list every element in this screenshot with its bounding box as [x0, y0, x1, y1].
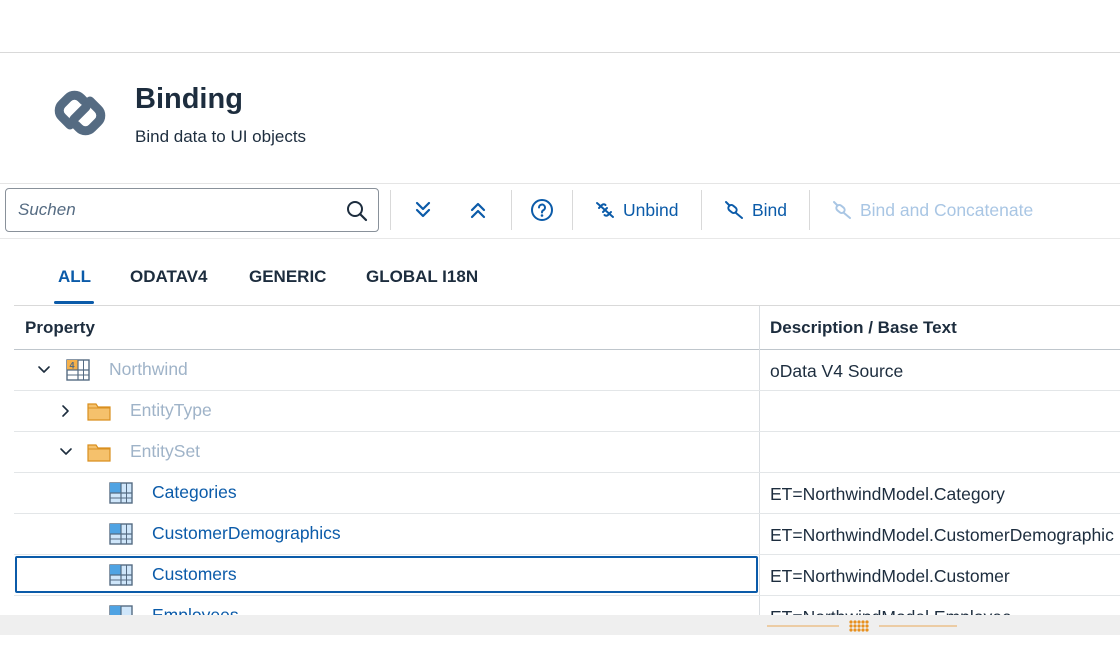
toolbar-separator: [809, 190, 810, 230]
unbind-icon: [596, 202, 614, 218]
collapse-all-icon[interactable]: [466, 198, 490, 222]
table-row[interactable]: CustomerDemographics ET=NorthwindModel.C…: [14, 514, 1120, 555]
table-row[interactable]: EntityType: [14, 391, 1120, 432]
active-tab-indicator: [54, 301, 94, 304]
tab-bar: ALL ODATAV4 GENERIC GLOBAL I18N: [14, 239, 1120, 306]
binding-panel: ALL ODATAV4 GENERIC GLOBAL I18N Property…: [0, 238, 1120, 615]
search-input[interactable]: [18, 197, 328, 223]
row-label: Northwind: [109, 359, 188, 379]
row-description: ET=NorthwindModel.Category: [770, 484, 1005, 504]
row-description: oData V4 Source: [770, 361, 904, 381]
row-description: ET=NorthwindModel.Employee: [770, 607, 1012, 615]
entity-set-icon: [109, 605, 133, 615]
expand-all-icon[interactable]: [411, 198, 435, 222]
bind-and-concatenate-label: Bind and Concatenate: [860, 199, 1034, 220]
toolbar: Unbind Bind Bind and Concatenate: [0, 183, 1120, 238]
row-label[interactable]: CustomerDemographics: [152, 523, 341, 544]
page-subtitle: Bind data to UI objects: [135, 127, 307, 146]
odata-v4-model-icon: 4: [66, 359, 90, 381]
entity-set-icon: [109, 564, 133, 586]
help-icon[interactable]: [530, 198, 554, 222]
column-header-description: Description / Base Text: [770, 318, 957, 337]
tab-generic[interactable]: GENERIC: [249, 267, 326, 287]
search-field[interactable]: [5, 188, 379, 232]
entity-set-icon: [109, 482, 133, 504]
chevron-down-icon[interactable]: [58, 444, 74, 460]
row-label: EntitySet: [130, 441, 201, 461]
chevron-right-icon[interactable]: [58, 403, 74, 419]
table-row[interactable]: EntitySet: [14, 432, 1120, 473]
property-table: Property Description / Base Text 4 North…: [14, 306, 1120, 615]
svg-text:4: 4: [70, 361, 75, 371]
column-header-property: Property: [25, 318, 95, 337]
top-bar: [0, 0, 1120, 53]
table-row[interactable]: Categories ET=NorthwindModel.Category: [14, 473, 1120, 514]
row-description: ET=NorthwindModel.Customer: [770, 566, 1010, 586]
unbind-label: Unbind: [623, 199, 679, 220]
table-row[interactable]: Employees ET=NorthwindModel.Employee: [14, 596, 1120, 615]
page-header: Binding Bind data to UI objects: [0, 53, 1120, 183]
table-row[interactable]: 4 Northwind oData V4 Source: [14, 350, 1120, 391]
page-title: Binding: [135, 83, 243, 115]
row-label[interactable]: Categories: [152, 482, 237, 503]
bind-button[interactable]: Bind: [724, 192, 787, 228]
bind-icon: [725, 201, 743, 219]
row-label: EntityType: [130, 400, 212, 420]
row-description: ET=NorthwindModel.CustomerDemographic: [770, 525, 1114, 545]
row-label[interactable]: Employees: [152, 605, 239, 615]
tab-odatav4[interactable]: ODATAV4: [130, 267, 207, 287]
bind-and-concatenate-button[interactable]: Bind and Concatenate: [832, 192, 1033, 228]
tab-all[interactable]: ALL: [58, 267, 91, 287]
chevron-down-icon[interactable]: [36, 362, 52, 378]
unbind-button[interactable]: Unbind: [595, 192, 678, 228]
folder-icon: [87, 444, 111, 462]
toolbar-separator: [701, 190, 702, 230]
resize-bar[interactable]: [0, 615, 1120, 635]
drag-handle-icon[interactable]: [767, 618, 957, 634]
entity-set-icon: [109, 523, 133, 545]
bind-concatenate-icon: [833, 201, 851, 219]
toolbar-separator: [511, 190, 512, 230]
tab-global-i18n[interactable]: GLOBAL I18N: [366, 267, 478, 287]
toolbar-separator: [390, 190, 391, 230]
search-icon[interactable]: [346, 200, 368, 222]
chain-link-icon: [54, 90, 106, 136]
table-row-selected[interactable]: Customers ET=NorthwindModel.Customer: [14, 555, 1120, 596]
folder-icon: [87, 403, 111, 421]
row-label[interactable]: Customers: [152, 564, 237, 585]
bind-label: Bind: [752, 199, 788, 220]
table-header: Property Description / Base Text: [14, 306, 1120, 350]
toolbar-separator: [572, 190, 573, 230]
